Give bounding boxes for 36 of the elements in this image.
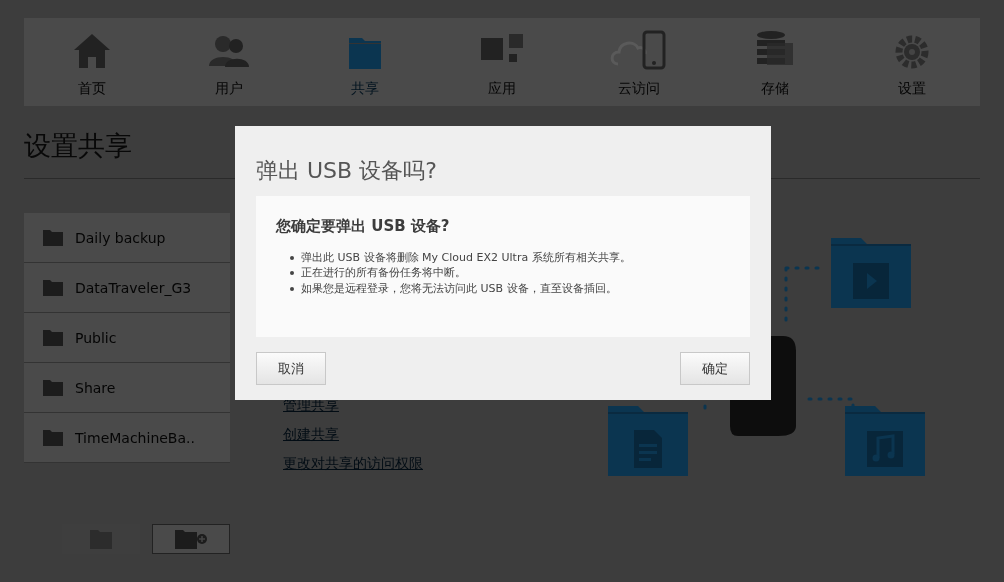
folder-icon [43,379,63,396]
dialog-bullet: 如果您是远程登录，您将无法访问此 USB 设备，直至设备插回。 [301,280,730,296]
nav-tab[interactable]: 用户 [160,18,298,106]
settings-icon [893,34,930,70]
nav-tab[interactable]: 应用 [433,18,571,106]
dialog-bullet: 弹出此 USB 设备将删除 My Cloud EX2 Ultra 系统所有相关共享。 [301,249,730,265]
share-list-item[interactable]: Daily backup [24,213,230,263]
nav-tab[interactable]: 共享 [297,18,434,106]
nav-tab[interactable]: 设置 [843,18,980,106]
cloud-phone-icon [609,30,668,70]
document-folder-icon [608,406,688,476]
cancel-button[interactable]: 取消 [256,352,326,385]
add-share-button[interactable] [152,524,230,554]
nav-tab[interactable]: 存储 [706,18,844,106]
bullet-icon [290,271,294,275]
folder-icon [43,229,63,246]
bullet-icon [290,255,294,260]
folder-plus-icon [175,529,207,549]
share-list-item[interactable]: Public [24,313,230,363]
dialog-heading: 您确定要弹出 USB 设备? [276,216,451,237]
share-list-item[interactable]: TimeMachineBa.. [24,413,230,463]
bullet-icon [290,286,294,291]
nav-tab[interactable]: 首页 [24,18,161,106]
link[interactable]: 创建共享 [283,424,423,444]
folder-icon [43,279,63,296]
dialog-title: 弹出 USB 设备吗? [256,157,438,185]
share-list-item[interactable]: DataTraveler_G3 [24,263,230,313]
folder-icon [43,429,63,446]
link[interactable]: 更改对共享的访问权限 [283,453,423,473]
music-folder-icon [845,406,925,476]
folder-icon [43,329,63,346]
confirm-button[interactable]: 确定 [680,352,750,385]
video-folder-icon [831,238,911,308]
nav-tab[interactable]: 云访问 [570,18,707,106]
share-list-item[interactable]: Share [24,363,230,413]
dialog-bullet: 正在进行的所有备份任务将中断。 [301,265,730,281]
